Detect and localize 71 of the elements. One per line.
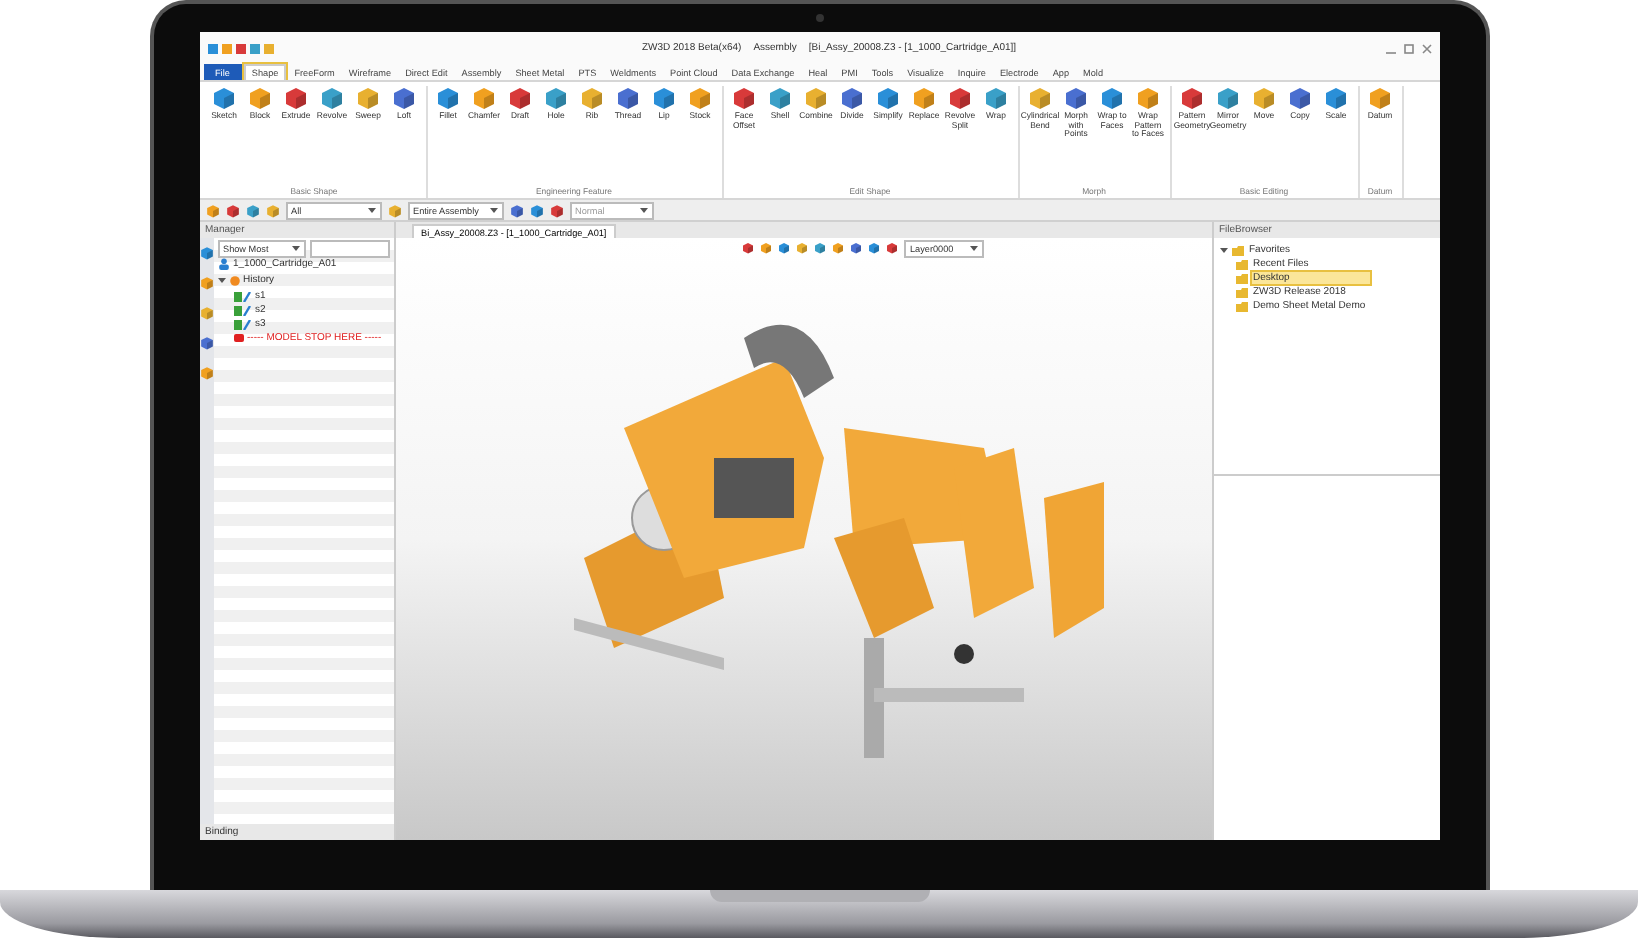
cube-icon — [508, 86, 532, 110]
sketch-feature-icon — [233, 319, 251, 329]
cube-icon — [652, 86, 676, 110]
view-tool-icon — [886, 242, 898, 254]
cube-icon — [616, 86, 640, 110]
cube-icon — [984, 86, 1008, 110]
expand-arrow-icon[interactable] — [217, 276, 225, 284]
cube-icon — [436, 86, 460, 110]
cube-icon — [876, 86, 900, 110]
cube-icon — [688, 86, 712, 110]
toolbar-icon — [529, 203, 543, 217]
view-tool-icon — [850, 242, 862, 254]
view-tool-icon — [742, 242, 754, 254]
cube-icon — [248, 86, 272, 110]
side-tab-icon — [199, 246, 213, 260]
side-tab-icon — [199, 336, 213, 350]
cube-icon — [1216, 86, 1240, 110]
sketch-feature-icon — [233, 291, 251, 301]
camera-icon — [815, 14, 823, 22]
cube-icon — [768, 86, 792, 110]
cube-icon — [1288, 86, 1312, 110]
cube-icon — [392, 86, 416, 110]
cube-icon — [212, 86, 236, 110]
cube-icon — [804, 86, 828, 110]
view-tool-icon — [832, 242, 844, 254]
view-tool-icon — [760, 242, 772, 254]
cube-icon — [1100, 86, 1124, 110]
cube-icon — [1180, 86, 1204, 110]
stop-marker-icon — [233, 334, 243, 342]
caret-icon — [291, 244, 299, 252]
cube-icon — [320, 86, 344, 110]
side-tab-icon — [199, 276, 213, 290]
cube-icon — [1136, 86, 1160, 110]
cube-icon — [544, 86, 568, 110]
side-tab-icon — [199, 306, 213, 320]
caret-icon — [367, 206, 375, 214]
view-tool-icon — [796, 242, 808, 254]
toolbar-icon — [387, 203, 401, 217]
view-tool-icon — [778, 242, 790, 254]
caret-icon — [970, 244, 978, 252]
cube-icon — [1064, 86, 1088, 110]
cube-icon — [1028, 86, 1052, 110]
cube-icon — [912, 86, 936, 110]
search-field[interactable] — [309, 239, 389, 257]
toolbar-icon — [265, 203, 279, 217]
cube-icon — [732, 86, 756, 110]
expand-arrow-icon[interactable] — [1219, 246, 1227, 254]
cube-icon — [948, 86, 972, 110]
toolbar-icon — [509, 203, 523, 217]
cube-icon — [580, 86, 604, 110]
cube-icon — [1324, 86, 1348, 110]
toolbar-icon — [225, 203, 239, 217]
toolbar-icon — [205, 203, 219, 217]
side-tab-icon — [199, 366, 213, 380]
toolbar-icon — [245, 203, 259, 217]
cube-icon — [472, 86, 496, 110]
cube-icon — [840, 86, 864, 110]
view-tool-icon — [868, 242, 880, 254]
maximize-icon[interactable] — [1403, 43, 1413, 53]
cube-icon — [284, 86, 308, 110]
close-icon[interactable] — [1421, 43, 1431, 53]
toolbar-icon — [549, 203, 563, 217]
view-tool-icon — [814, 242, 826, 254]
history-icon — [229, 275, 239, 285]
cube-icon — [1368, 86, 1392, 110]
caret-icon — [489, 206, 497, 214]
caret-icon — [639, 206, 647, 214]
person-icon — [217, 258, 229, 270]
cube-icon — [356, 86, 380, 110]
sketch-feature-icon — [233, 305, 251, 315]
cube-icon — [1252, 86, 1276, 110]
